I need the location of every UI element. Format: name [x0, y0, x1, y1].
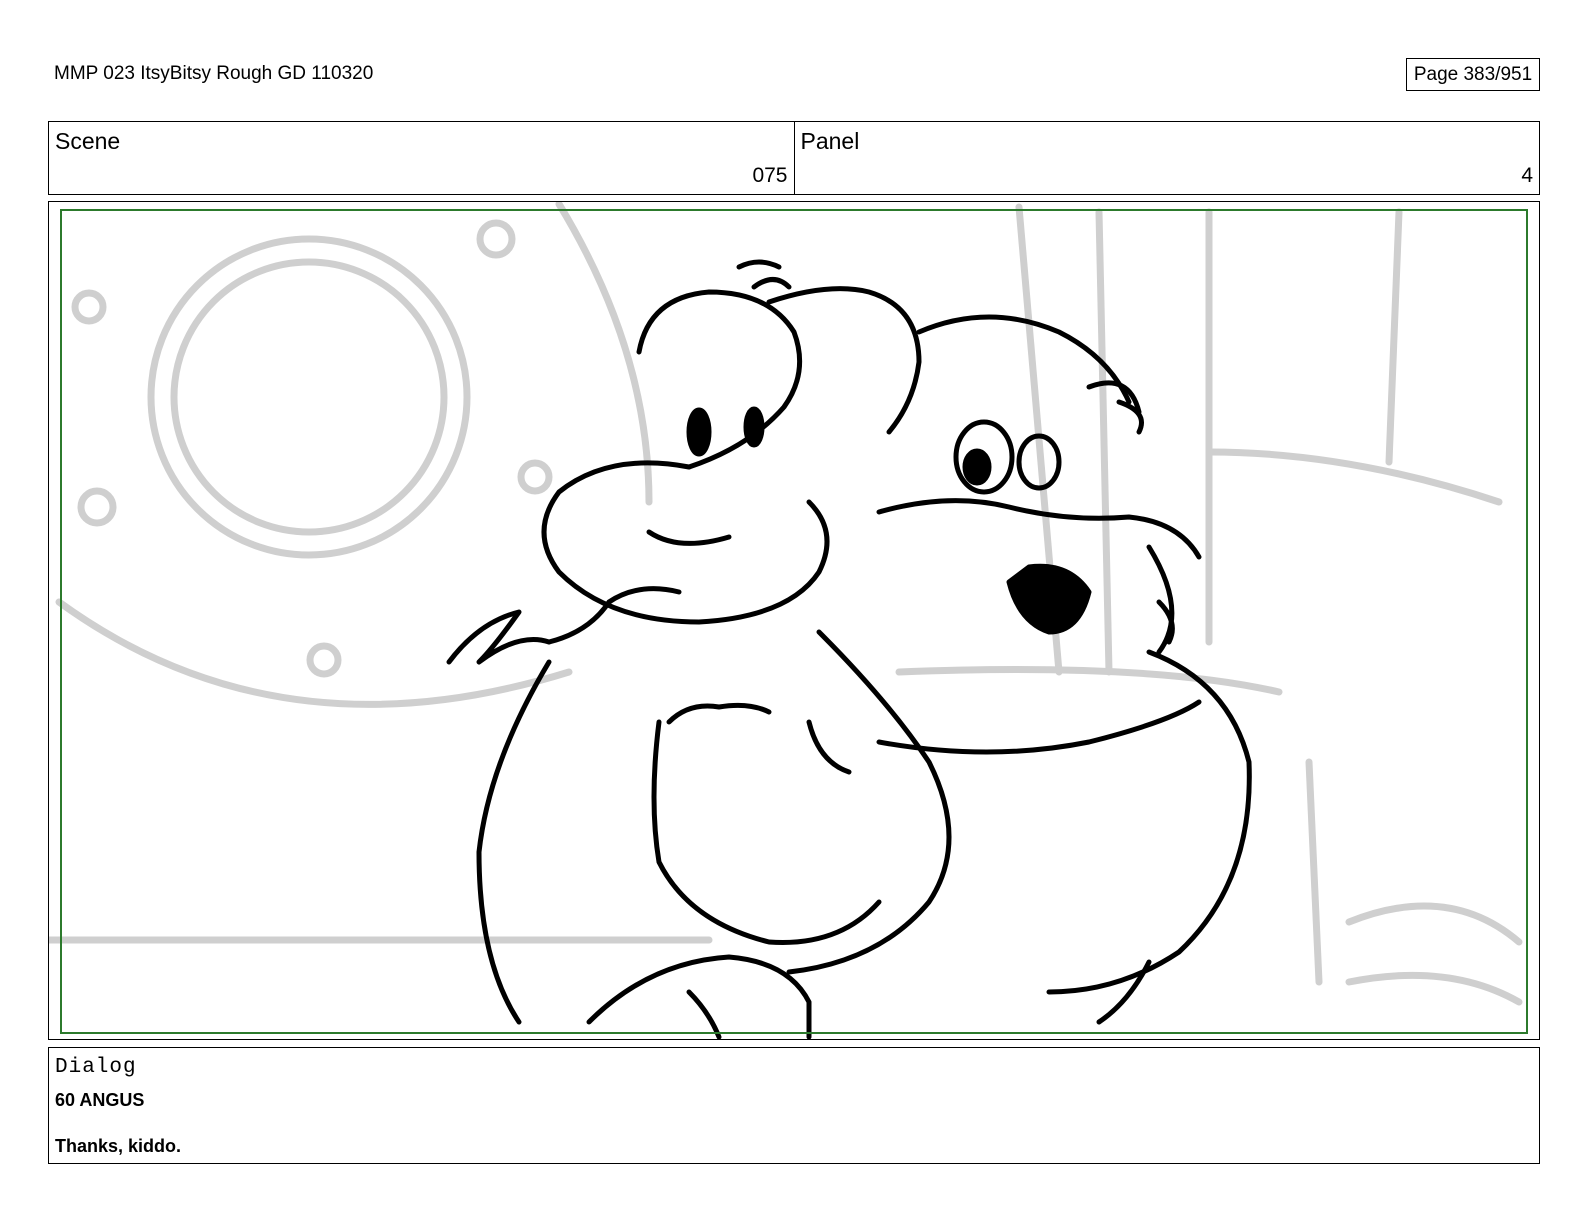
storyboard-panel: [48, 201, 1540, 1040]
dialog-label: Dialog: [55, 1056, 137, 1079]
storyboard-sketch: [49, 202, 1523, 1039]
scene-cell: Scene 075: [49, 122, 794, 194]
scene-label: Scene: [55, 128, 121, 154]
dialog-box: Dialog 60 ANGUS Thanks, kiddo.: [48, 1047, 1540, 1164]
dialog-speaker: 60 ANGUS: [55, 1090, 145, 1110]
character-drawing: [446, 259, 1252, 1039]
panel-label: Panel: [800, 128, 860, 154]
panel-number: 4: [1521, 164, 1533, 187]
page-number: Page 383/951: [1406, 58, 1540, 91]
scene-panel-header: Scene 075 Panel 4: [48, 121, 1540, 195]
panel-cell: Panel 4: [793, 122, 1540, 194]
scene-number: 075: [752, 164, 788, 187]
dialog-text: Thanks, kiddo.: [55, 1136, 182, 1156]
document-title: MMP 023 ItsyBitsy Rough GD 110320: [54, 63, 374, 84]
